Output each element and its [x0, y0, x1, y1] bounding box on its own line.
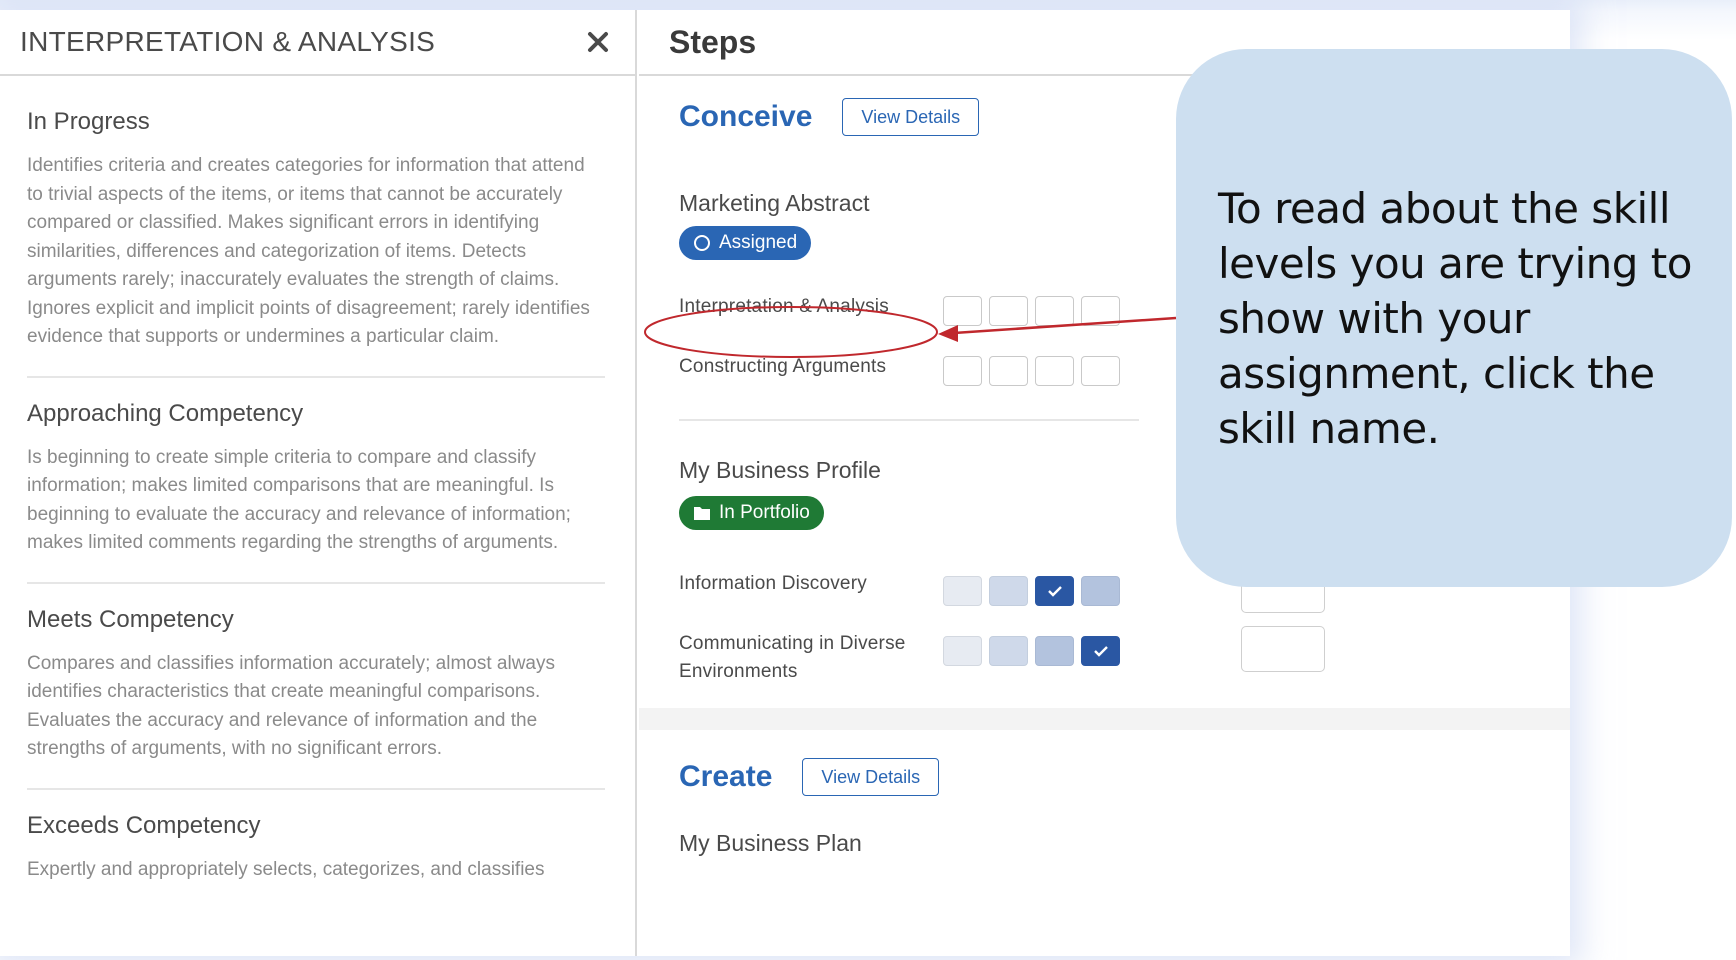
score-input[interactable]: [1241, 626, 1325, 672]
level-description: Identifies criteria and creates categori…: [27, 155, 590, 347]
level-box[interactable]: [1035, 636, 1074, 666]
phase-header-create: Create View Details: [639, 758, 940, 796]
close-button[interactable]: [583, 27, 613, 57]
assignment-title[interactable]: My Business Plan: [679, 830, 862, 857]
level-description: Expertly and appropriately selects, cate…: [27, 858, 545, 880]
skill-name-link[interactable]: Constructing Arguments: [679, 353, 979, 381]
level-box[interactable]: [989, 296, 1028, 326]
check-icon: [1093, 646, 1108, 657]
level-box[interactable]: [1081, 576, 1120, 606]
level-box[interactable]: [989, 576, 1028, 606]
check-icon: [1047, 586, 1062, 597]
skill-levels-list: In Progress Identifies criteria and crea…: [0, 76, 635, 908]
assignment-title[interactable]: Marketing Abstract: [679, 190, 869, 217]
skill-detail-title: INTERPRETATION & ANALYSIS: [20, 26, 436, 57]
close-icon: [588, 32, 608, 52]
view-details-button[interactable]: View Details: [802, 758, 940, 796]
status-badge-portfolio: In Portfolio: [679, 496, 824, 530]
level-box[interactable]: [989, 356, 1028, 386]
skill-name-link[interactable]: Information Discovery: [679, 570, 979, 598]
level-box[interactable]: [943, 576, 982, 606]
level-name: Exceeds Competency: [27, 811, 261, 839]
skill-level-in-progress: In Progress Identifies criteria and crea…: [27, 86, 605, 378]
level-box-selected[interactable]: [1081, 636, 1120, 666]
level-box[interactable]: [1081, 296, 1120, 326]
level-box[interactable]: [1035, 356, 1074, 386]
skill-row: Communicating in Diverse Environments: [679, 630, 1120, 686]
phase-title: Create: [679, 760, 773, 793]
level-box[interactable]: [989, 636, 1028, 666]
skill-detail-panel: INTERPRETATION & ANALYSIS In Progress Id…: [0, 10, 637, 956]
phase-header-conceive: Conceive View Details: [639, 98, 980, 136]
level-name: In Progress: [27, 108, 150, 135]
skill-level-approaching: Approaching Competency Is beginning to c…: [27, 378, 605, 584]
level-description: Is beginning to create simple criteria t…: [27, 446, 571, 554]
level-description: Compares and classifies information accu…: [27, 652, 555, 760]
section-divider: [679, 419, 1139, 421]
level-box-selected[interactable]: [1035, 576, 1074, 606]
skill-row: Interpretation & Analysis: [679, 293, 1120, 326]
steps-title: Steps: [669, 23, 757, 60]
skill-name-link[interactable]: Communicating in Diverse Environments: [679, 630, 929, 686]
callout-text: To read about the skill levels you are t…: [1218, 184, 1692, 453]
level-box[interactable]: [943, 356, 982, 386]
skill-detail-header: INTERPRETATION & ANALYSIS: [0, 10, 635, 76]
level-name: Approaching Competency: [27, 399, 304, 427]
badge-label: In Portfolio: [719, 502, 810, 523]
badge-label: Assigned: [719, 232, 798, 253]
skill-level-boxes: [943, 636, 1120, 666]
assignment-title[interactable]: My Business Profile: [679, 457, 881, 484]
skill-level-boxes: [943, 356, 1120, 386]
skill-level-exceeds: Exceeds Competency Expertly and appropri…: [27, 790, 605, 909]
level-name: Meets Competency: [27, 605, 234, 633]
skill-row: Information Discovery: [679, 570, 1120, 606]
skill-level-boxes: [943, 296, 1120, 326]
phase-title: Conceive: [679, 100, 813, 133]
instruction-callout: To read about the skill levels you are t…: [1176, 49, 1732, 587]
level-box[interactable]: [1081, 356, 1120, 386]
phase-separator: [639, 708, 1570, 730]
level-box[interactable]: [943, 636, 982, 666]
skill-level-boxes: [943, 576, 1120, 606]
skill-name-link[interactable]: Interpretation & Analysis: [679, 293, 979, 321]
level-box[interactable]: [1035, 296, 1074, 326]
status-badge-assigned: Assigned: [679, 226, 812, 260]
level-box[interactable]: [943, 296, 982, 326]
folder-icon: [694, 507, 710, 520]
skill-level-meets: Meets Competency Compares and classifies…: [27, 584, 605, 790]
circle-outline-icon: [694, 235, 710, 251]
view-details-button[interactable]: View Details: [842, 98, 980, 136]
skill-row: Constructing Arguments: [679, 353, 1120, 386]
